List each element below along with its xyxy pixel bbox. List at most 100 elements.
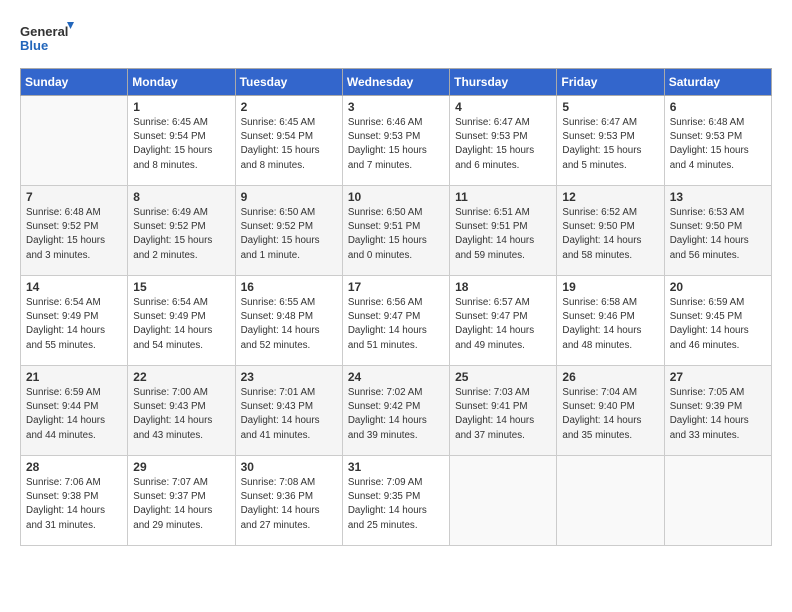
weekday-header: Friday [557,69,664,96]
cell-content: Sunrise: 6:45 AMSunset: 9:54 PMDaylight:… [133,116,229,173]
day-number: 1 [133,100,229,114]
day-number: 8 [133,190,229,204]
cell-content: Sunrise: 6:59 AMSunset: 9:45 PMDaylight:… [670,296,766,353]
day-number: 27 [670,370,766,384]
day-number: 13 [670,190,766,204]
cell-content: Sunrise: 6:52 AMSunset: 9:50 PMDaylight:… [562,206,658,263]
cell-content: Sunrise: 7:01 AMSunset: 9:43 PMDaylight:… [241,386,337,443]
calendar-cell: 19 Sunrise: 6:58 AMSunset: 9:46 PMDayligh… [557,276,664,366]
day-number: 21 [26,370,122,384]
cell-content: Sunrise: 7:09 AMSunset: 9:35 PMDaylight:… [348,476,444,533]
day-number: 3 [348,100,444,114]
calendar-week-row: 28 Sunrise: 7:06 AMSunset: 9:38 PMDayligh… [21,456,772,546]
calendar-cell: 23 Sunrise: 7:01 AMSunset: 9:43 PMDayligh… [235,366,342,456]
cell-content: Sunrise: 6:49 AMSunset: 9:52 PMDaylight:… [133,206,229,263]
day-number: 17 [348,280,444,294]
cell-content: Sunrise: 6:59 AMSunset: 9:44 PMDaylight:… [26,386,122,443]
calendar-cell [21,96,128,186]
cell-content: Sunrise: 7:04 AMSunset: 9:40 PMDaylight:… [562,386,658,443]
day-number: 29 [133,460,229,474]
calendar-cell: 7 Sunrise: 6:48 AMSunset: 9:52 PMDaylight… [21,186,128,276]
day-number: 30 [241,460,337,474]
calendar-cell: 18 Sunrise: 6:57 AMSunset: 9:47 PMDayligh… [450,276,557,366]
calendar-cell: 3Sunrise: 6:46 AMSunset: 9:53 PMDaylight… [342,96,449,186]
cell-content: Sunrise: 6:45 AMSunset: 9:54 PMDaylight:… [241,116,337,173]
calendar-cell: 12 Sunrise: 6:52 AMSunset: 9:50 PMDayligh… [557,186,664,276]
calendar-cell: 28 Sunrise: 7:06 AMSunset: 9:38 PMDayligh… [21,456,128,546]
cell-content: Sunrise: 6:58 AMSunset: 9:46 PMDaylight:… [562,296,658,353]
calendar-cell: 17 Sunrise: 6:56 AMSunset: 9:47 PMDayligh… [342,276,449,366]
calendar-cell: 11 Sunrise: 6:51 AMSunset: 9:51 PMDayligh… [450,186,557,276]
weekday-header: Tuesday [235,69,342,96]
day-number: 10 [348,190,444,204]
day-number: 16 [241,280,337,294]
day-number: 15 [133,280,229,294]
cell-content: Sunrise: 6:57 AMSunset: 9:47 PMDaylight:… [455,296,551,353]
day-number: 2 [241,100,337,114]
cell-content: Sunrise: 6:51 AMSunset: 9:51 PMDaylight:… [455,206,551,263]
calendar-cell: 26Sunrise: 7:04 AMSunset: 9:40 PMDayligh… [557,366,664,456]
weekday-header: Thursday [450,69,557,96]
calendar-cell: 10 Sunrise: 6:50 AMSunset: 9:51 PMDayligh… [342,186,449,276]
cell-content: Sunrise: 6:48 AMSunset: 9:52 PMDaylight:… [26,206,122,263]
day-number: 19 [562,280,658,294]
calendar-cell: 29 Sunrise: 7:07 AMSunset: 9:37 PMDayligh… [128,456,235,546]
calendar-cell [664,456,771,546]
calendar-cell: 6Sunrise: 6:48 AMSunset: 9:53 PMDaylight… [664,96,771,186]
weekday-header: Saturday [664,69,771,96]
weekday-header: Wednesday [342,69,449,96]
day-number: 11 [455,190,551,204]
day-number: 4 [455,100,551,114]
cell-content: Sunrise: 6:50 AMSunset: 9:51 PMDaylight:… [348,206,444,263]
cell-content: Sunrise: 7:00 AMSunset: 9:43 PMDaylight:… [133,386,229,443]
day-number: 24 [348,370,444,384]
calendar-cell: 30 Sunrise: 7:08 AMSunset: 9:36 PMDayligh… [235,456,342,546]
calendar-table: SundayMondayTuesdayWednesdayThursdayFrid… [20,68,772,546]
day-number: 28 [26,460,122,474]
cell-content: Sunrise: 6:54 AMSunset: 9:49 PMDaylight:… [26,296,122,353]
day-number: 12 [562,190,658,204]
logo: General Blue [20,20,75,58]
day-number: 20 [670,280,766,294]
day-number: 5 [562,100,658,114]
calendar-cell: 16 Sunrise: 6:55 AMSunset: 9:48 PMDayligh… [235,276,342,366]
calendar-week-row: 14 Sunrise: 6:54 AMSunset: 9:49 PMDayligh… [21,276,772,366]
calendar-cell: 27Sunrise: 7:05 AMSunset: 9:39 PMDayligh… [664,366,771,456]
calendar-cell: 21 Sunrise: 6:59 AMSunset: 9:44 PMDayligh… [21,366,128,456]
calendar-cell: 20 Sunrise: 6:59 AMSunset: 9:45 PMDayligh… [664,276,771,366]
cell-content: Sunrise: 7:02 AMSunset: 9:42 PMDaylight:… [348,386,444,443]
calendar-cell: 22Sunrise: 7:00 AMSunset: 9:43 PMDayligh… [128,366,235,456]
calendar-cell [450,456,557,546]
cell-content: Sunrise: 6:55 AMSunset: 9:48 PMDaylight:… [241,296,337,353]
cell-content: Sunrise: 7:08 AMSunset: 9:36 PMDaylight:… [241,476,337,533]
day-number: 23 [241,370,337,384]
calendar-cell: 14 Sunrise: 6:54 AMSunset: 9:49 PMDayligh… [21,276,128,366]
calendar-cell [557,456,664,546]
cell-content: Sunrise: 6:48 AMSunset: 9:53 PMDaylight:… [670,116,766,173]
calendar-week-row: 7 Sunrise: 6:48 AMSunset: 9:52 PMDaylight… [21,186,772,276]
cell-content: Sunrise: 6:53 AMSunset: 9:50 PMDaylight:… [670,206,766,263]
cell-content: Sunrise: 7:07 AMSunset: 9:37 PMDaylight:… [133,476,229,533]
logo-svg: General Blue [20,20,75,58]
cell-content: Sunrise: 6:54 AMSunset: 9:49 PMDaylight:… [133,296,229,353]
calendar-cell: 4 Sunrise: 6:47 AMSunset: 9:53 PMDaylight… [450,96,557,186]
calendar-cell: 25Sunrise: 7:03 AMSunset: 9:41 PMDayligh… [450,366,557,456]
calendar-cell: 2 Sunrise: 6:45 AMSunset: 9:54 PMDaylight… [235,96,342,186]
day-number: 18 [455,280,551,294]
weekday-header: Sunday [21,69,128,96]
day-number: 31 [348,460,444,474]
calendar-cell: 5 Sunrise: 6:47 AMSunset: 9:53 PMDaylight… [557,96,664,186]
day-number: 7 [26,190,122,204]
day-number: 14 [26,280,122,294]
svg-text:General: General [20,24,68,39]
cell-content: Sunrise: 7:06 AMSunset: 9:38 PMDaylight:… [26,476,122,533]
cell-content: Sunrise: 6:47 AMSunset: 9:53 PMDaylight:… [562,116,658,173]
calendar-cell: 15 Sunrise: 6:54 AMSunset: 9:49 PMDayligh… [128,276,235,366]
calendar-week-row: 1 Sunrise: 6:45 AMSunset: 9:54 PMDaylight… [21,96,772,186]
cell-content: Sunrise: 6:47 AMSunset: 9:53 PMDaylight:… [455,116,551,173]
cell-content: Sunrise: 6:56 AMSunset: 9:47 PMDaylight:… [348,296,444,353]
calendar-cell: 8 Sunrise: 6:49 AMSunset: 9:52 PMDaylight… [128,186,235,276]
calendar-cell: 13 Sunrise: 6:53 AMSunset: 9:50 PMDayligh… [664,186,771,276]
svg-text:Blue: Blue [20,38,48,53]
calendar-cell: 1 Sunrise: 6:45 AMSunset: 9:54 PMDaylight… [128,96,235,186]
